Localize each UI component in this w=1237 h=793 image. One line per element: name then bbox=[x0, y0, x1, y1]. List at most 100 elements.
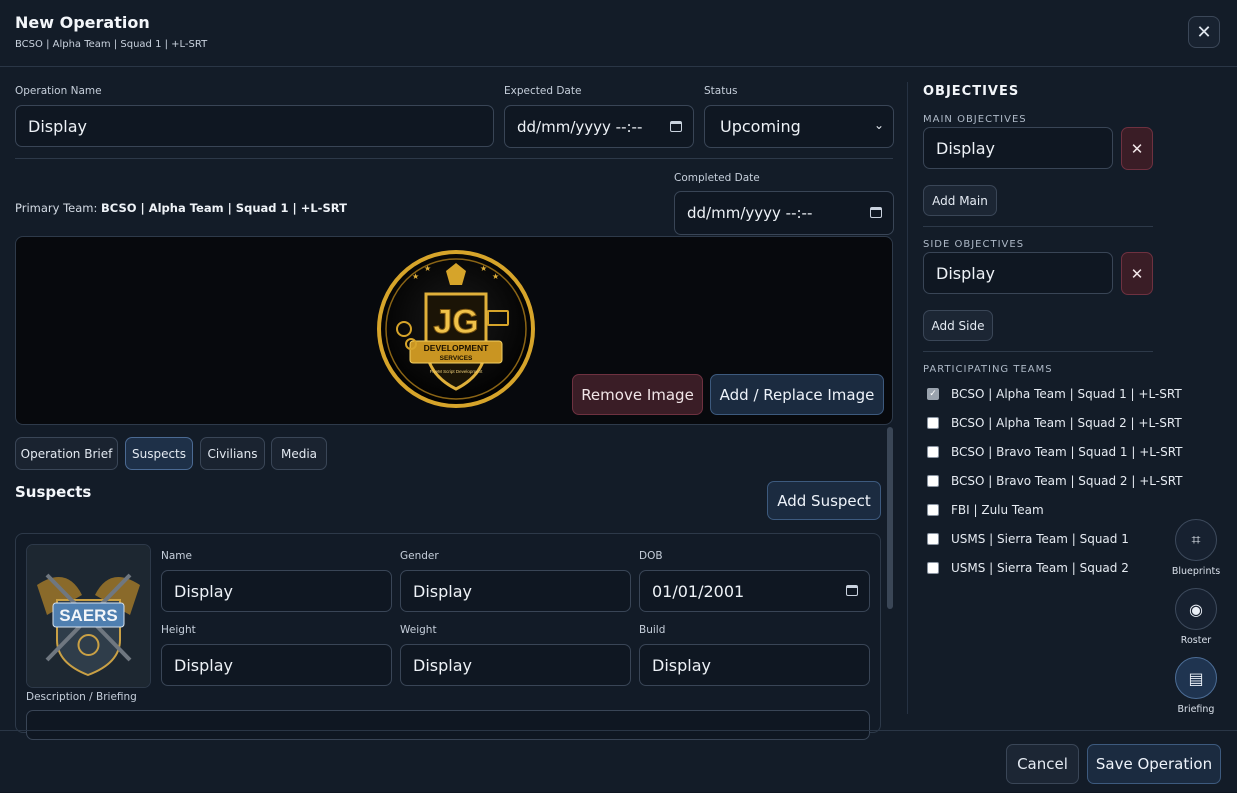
side-objectives-label: SIDE OBJECTIVES bbox=[923, 239, 1025, 250]
status-select[interactable]: Upcoming ⌄ bbox=[704, 105, 894, 148]
close-icon: ✕ bbox=[1130, 264, 1144, 283]
main-objective-value: Display bbox=[936, 138, 995, 158]
completed-date-label: Completed Date bbox=[674, 172, 760, 184]
jg-development-logo: ★ ★ ★ ★ JG DEVELOPMENT SERVICES FiveM Sc… bbox=[377, 250, 535, 408]
primary-team-value: BCSO | Alpha Team | Squad 1 | +L-SRT bbox=[101, 201, 347, 215]
calendar-icon[interactable] bbox=[846, 585, 858, 596]
team-checkbox-row[interactable]: BCSO | Bravo Team | Squad 2 | +L-SRT bbox=[927, 471, 1183, 491]
cancel-button[interactable]: Cancel bbox=[1006, 744, 1079, 784]
add-suspect-button[interactable]: Add Suspect bbox=[767, 481, 881, 520]
completed-date-value: dd/mm/yyyy --:-- bbox=[687, 204, 813, 222]
remove-main-objective-button[interactable]: ✕ bbox=[1121, 127, 1153, 170]
roster-button[interactable]: ◉ bbox=[1175, 588, 1217, 630]
primary-team: Primary Team: BCSO | Alpha Team | Squad … bbox=[15, 201, 347, 215]
team-label: BCSO | Bravo Team | Squad 2 | +L-SRT bbox=[951, 474, 1183, 488]
svg-text:★: ★ bbox=[412, 272, 419, 281]
logo-tagline-text: FiveM Script Development bbox=[430, 369, 484, 374]
side-objective-input[interactable]: Display bbox=[923, 252, 1113, 294]
save-operation-button[interactable]: Save Operation bbox=[1087, 744, 1221, 784]
remove-image-button[interactable]: Remove Image bbox=[572, 374, 703, 415]
suspect-card: SAERS Name Display Gender Display DOB 01… bbox=[15, 533, 881, 740]
checkbox[interactable] bbox=[927, 446, 939, 458]
weight-label: Weight bbox=[400, 624, 437, 636]
description-label: Description / Briefing bbox=[26, 691, 137, 703]
calendar-icon[interactable] bbox=[670, 120, 682, 132]
operation-name-value: Display bbox=[28, 116, 87, 136]
target-icon: ◉ bbox=[1189, 599, 1203, 619]
suspect-gender-value: Display bbox=[413, 581, 472, 601]
objectives-heading: OBJECTIVES bbox=[923, 84, 1020, 99]
main-objectives-label: MAIN OBJECTIVES bbox=[923, 114, 1027, 125]
team-checkbox-row[interactable]: BCSO | Bravo Team | Squad 1 | +L-SRT bbox=[927, 442, 1183, 462]
svg-text:★: ★ bbox=[480, 264, 487, 273]
checkbox[interactable] bbox=[927, 562, 939, 574]
team-checkbox-row[interactable]: USMS | Sierra Team | Squad 1 bbox=[927, 529, 1129, 549]
remove-side-objective-button[interactable]: ✕ bbox=[1121, 252, 1153, 295]
participating-teams-label: PARTICIPATING TEAMS bbox=[923, 364, 1053, 375]
expected-date-label: Expected Date bbox=[504, 85, 582, 97]
tab-civilians[interactable]: Civilians bbox=[200, 437, 265, 470]
add-side-button[interactable]: Add Side bbox=[923, 310, 993, 341]
checkbox[interactable] bbox=[927, 533, 939, 545]
team-label: BCSO | Bravo Team | Squad 1 | +L-SRT bbox=[951, 445, 1183, 459]
gender-label: Gender bbox=[400, 550, 439, 562]
close-button[interactable]: ✕ bbox=[1188, 16, 1220, 48]
completed-date-input[interactable]: dd/mm/yyyy --:-- bbox=[674, 191, 894, 235]
suspect-dob-value: 01/01/2001 bbox=[652, 581, 745, 601]
dob-label: DOB bbox=[639, 550, 663, 562]
tab-media[interactable]: Media bbox=[271, 437, 327, 470]
checkbox[interactable]: ✓ bbox=[927, 388, 939, 400]
new-operation-modal: New Operation BCSO | Alpha Team | Squad … bbox=[0, 0, 1237, 792]
svg-text:★: ★ bbox=[424, 264, 431, 273]
divider bbox=[923, 226, 1153, 227]
team-checkbox-row[interactable]: USMS | Sierra Team | Squad 2 bbox=[927, 558, 1129, 578]
grid-icon: ⌗ bbox=[1191, 530, 1201, 549]
suspect-dob-input[interactable]: 01/01/2001 bbox=[639, 570, 870, 612]
briefing-label: Briefing bbox=[1177, 704, 1215, 715]
saers-emblem-image: SAERS bbox=[27, 545, 150, 687]
close-icon: ✕ bbox=[1196, 21, 1212, 43]
briefing-button[interactable]: ▤ bbox=[1175, 657, 1217, 699]
name-label: Name bbox=[161, 550, 192, 562]
modal-title: New Operation bbox=[15, 13, 150, 32]
blueprints-button[interactable]: ⌗ bbox=[1175, 519, 1217, 561]
checkbox[interactable] bbox=[927, 417, 939, 429]
status-label: Status bbox=[704, 85, 738, 97]
team-checkbox-row[interactable]: ✓ BCSO | Alpha Team | Squad 1 | +L-SRT bbox=[927, 384, 1182, 404]
suspect-photo[interactable]: SAERS bbox=[26, 544, 151, 688]
logo-line2-text: SERVICES bbox=[440, 355, 473, 362]
suspect-height-value: Display bbox=[174, 655, 233, 675]
calendar-icon[interactable] bbox=[870, 207, 882, 218]
team-label: USMS | Sierra Team | Squad 2 bbox=[951, 561, 1129, 575]
chevron-down-icon: ⌄ bbox=[873, 117, 884, 132]
expected-date-value: dd/mm/yyyy --:-- bbox=[517, 117, 643, 136]
tab-operation-brief[interactable]: Operation Brief bbox=[15, 437, 118, 470]
checkbox[interactable] bbox=[927, 475, 939, 487]
svg-text:★: ★ bbox=[492, 272, 499, 281]
team-checkbox-row[interactable]: BCSO | Alpha Team | Squad 2 | +L-SRT bbox=[927, 413, 1182, 433]
add-replace-image-button[interactable]: Add / Replace Image bbox=[710, 374, 884, 415]
suspect-gender-input[interactable]: Display bbox=[400, 570, 631, 612]
logo-main-text: JG bbox=[433, 303, 478, 341]
blueprints-label: Blueprints bbox=[1171, 566, 1221, 577]
divider bbox=[15, 158, 893, 159]
team-label: USMS | Sierra Team | Squad 1 bbox=[951, 532, 1129, 546]
expected-date-input[interactable]: dd/mm/yyyy --:-- bbox=[504, 105, 694, 148]
divider bbox=[923, 351, 1153, 352]
suspect-build-input[interactable]: Display bbox=[639, 644, 870, 686]
scrollbar[interactable] bbox=[887, 427, 893, 609]
close-icon: ✕ bbox=[1130, 139, 1144, 158]
checkbox[interactable] bbox=[927, 504, 939, 516]
suspect-name-input[interactable]: Display bbox=[161, 570, 392, 612]
operation-name-input[interactable]: Display bbox=[15, 105, 494, 147]
height-label: Height bbox=[161, 624, 196, 636]
logo-line1-text: DEVELOPMENT bbox=[424, 343, 490, 353]
status-value: Upcoming bbox=[720, 117, 801, 136]
suspect-weight-input[interactable]: Display bbox=[400, 644, 631, 686]
team-checkbox-row[interactable]: FBI | Zulu Team bbox=[927, 500, 1044, 520]
add-main-button[interactable]: Add Main bbox=[923, 185, 997, 216]
modal-footer: Cancel Save Operation bbox=[0, 730, 1237, 793]
main-objective-input[interactable]: Display bbox=[923, 127, 1113, 169]
suspect-height-input[interactable]: Display bbox=[161, 644, 392, 686]
tab-suspects[interactable]: Suspects bbox=[125, 437, 193, 470]
